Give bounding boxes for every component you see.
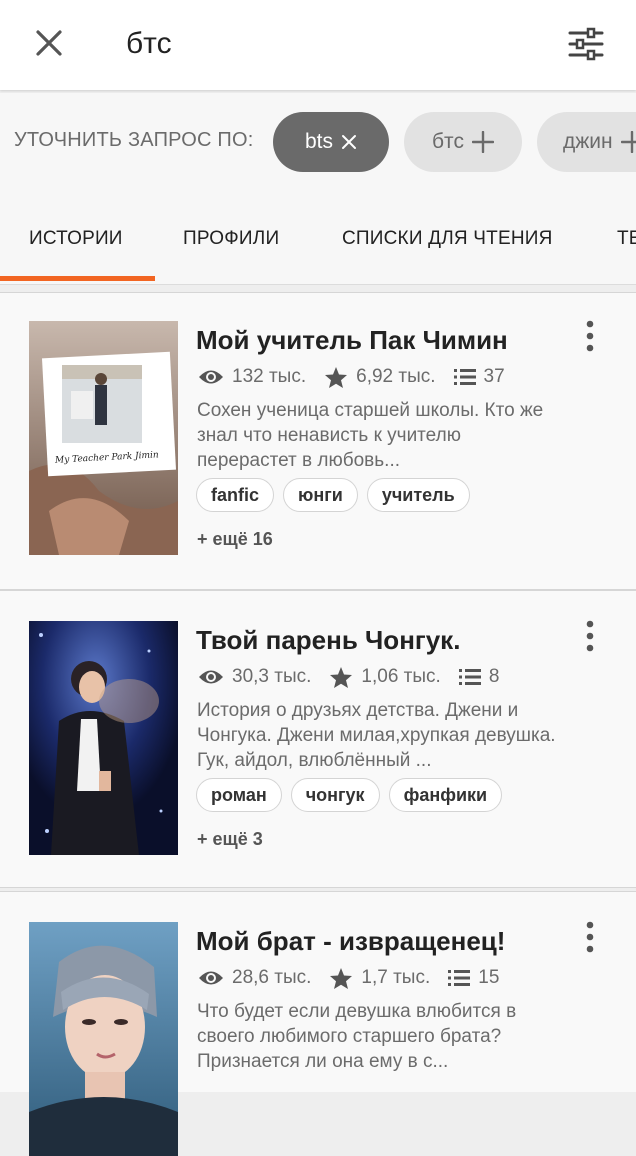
- tab-reading-lists[interactable]: СПИСКИ ДЛЯ ЧТЕНИЯ: [342, 228, 553, 250]
- story-stats: 30,3 тыс. 1,06 тыс. 8: [198, 664, 499, 690]
- tag-chip[interactable]: fanfic: [196, 478, 275, 512]
- tab-tags[interactable]: ТЕ: [617, 228, 636, 250]
- story-title[interactable]: Твой парень Чонгук.: [196, 625, 460, 656]
- tag-chip[interactable]: учитель: [366, 478, 470, 512]
- story-cover-image[interactable]: [29, 922, 178, 1156]
- list-icon: [453, 369, 476, 385]
- eye-icon: [199, 670, 223, 684]
- chip-label: bts: [304, 130, 333, 153]
- parts-count: 8: [488, 666, 500, 687]
- story-description: Что будет если девушка влюбится в своего…: [197, 1001, 517, 1072]
- refine-chip-jin[interactable]: джин: [537, 112, 636, 172]
- search-bar: [0, 0, 636, 90]
- story-title[interactable]: Мой учитель Пак Чимин: [196, 325, 508, 356]
- story-description: История о друзьях детства. Джени и Чонгу…: [197, 700, 556, 771]
- tag-chip[interactable]: фанфики: [388, 778, 503, 812]
- votes-count: 6,92 тыс.: [356, 366, 436, 387]
- reads-count: 28,6 тыс.: [232, 967, 312, 988]
- star-icon: [330, 666, 353, 688]
- story-stats: 132 тыс. 6,92 тыс. 37: [198, 364, 505, 390]
- close-icon[interactable]: [341, 134, 357, 150]
- story-description: Сохен ученица старшей школы. Кто же знал…: [197, 400, 544, 471]
- tag-chip[interactable]: чонгук: [290, 778, 380, 812]
- refine-label: УТОЧНИТЬ ЗАПРОС ПО:: [14, 129, 254, 151]
- filter-settings-icon[interactable]: [566, 24, 606, 64]
- tag-chip[interactable]: юнги: [283, 478, 358, 512]
- story-stats: 28,6 тыс. 1,7 тыс. 15: [198, 965, 499, 991]
- tab-profiles[interactable]: ПРОФИЛИ: [183, 228, 279, 250]
- more-options-icon[interactable]: [578, 618, 602, 654]
- refine-chip-bts[interactable]: bts: [273, 112, 389, 172]
- story-title[interactable]: Мой брат - извращенец!: [196, 926, 505, 957]
- eye-icon: [199, 370, 223, 384]
- plus-icon: [620, 131, 636, 153]
- tag-chip[interactable]: роман: [196, 778, 282, 812]
- refine-chip-btc[interactable]: бтс: [404, 112, 522, 172]
- result-tabs: ИСТОРИИ ПРОФИЛИ СПИСКИ ДЛЯ ЧТЕНИЯ ТЕ: [0, 196, 636, 285]
- tab-stories[interactable]: ИСТОРИИ: [29, 228, 123, 250]
- refine-query-bar: УТОЧНИТЬ ЗАПРОС ПО: bts бтс джин: [0, 93, 636, 196]
- parts-count: 15: [478, 967, 500, 988]
- reads-count: 30,3 тыс.: [232, 666, 312, 687]
- more-tags-link[interactable]: + ещё 3: [197, 829, 263, 850]
- star-icon: [330, 967, 353, 989]
- list-icon: [448, 970, 471, 986]
- story-card[interactable]: Мой брат - извращенец! 28,6 тыс. 1,7 тыс…: [0, 891, 636, 1156]
- eye-icon: [199, 971, 223, 985]
- story-cover-image[interactable]: My Teacher Park Jimin: [29, 321, 178, 555]
- list-icon: [458, 669, 481, 685]
- close-icon[interactable]: [28, 22, 70, 64]
- story-tags: fanfic юнги учитель: [196, 478, 470, 512]
- story-cover-image[interactable]: [29, 621, 178, 855]
- reads-count: 132 тыс.: [232, 366, 307, 387]
- plus-icon: [471, 131, 494, 153]
- story-tags: роман чонгук фанфики: [196, 778, 503, 812]
- star-icon: [325, 366, 348, 388]
- more-tags-link[interactable]: + ещё 16: [197, 529, 273, 550]
- search-input[interactable]: [126, 22, 526, 66]
- story-card[interactable]: Твой парень Чонгук. 30,3 тыс. 1,06 тыс. …: [0, 590, 636, 888]
- chip-label: джин: [563, 130, 613, 153]
- active-tab-indicator: [0, 276, 155, 281]
- votes-count: 1,06 тыс.: [361, 666, 441, 687]
- more-options-icon[interactable]: [578, 919, 602, 955]
- votes-count: 1,7 тыс.: [361, 967, 431, 988]
- chip-label: бтс: [432, 130, 464, 153]
- more-options-icon[interactable]: [578, 318, 602, 354]
- story-card[interactable]: My Teacher Park Jimin Мой учитель Пак Чи…: [0, 292, 636, 590]
- parts-count: 37: [483, 366, 505, 387]
